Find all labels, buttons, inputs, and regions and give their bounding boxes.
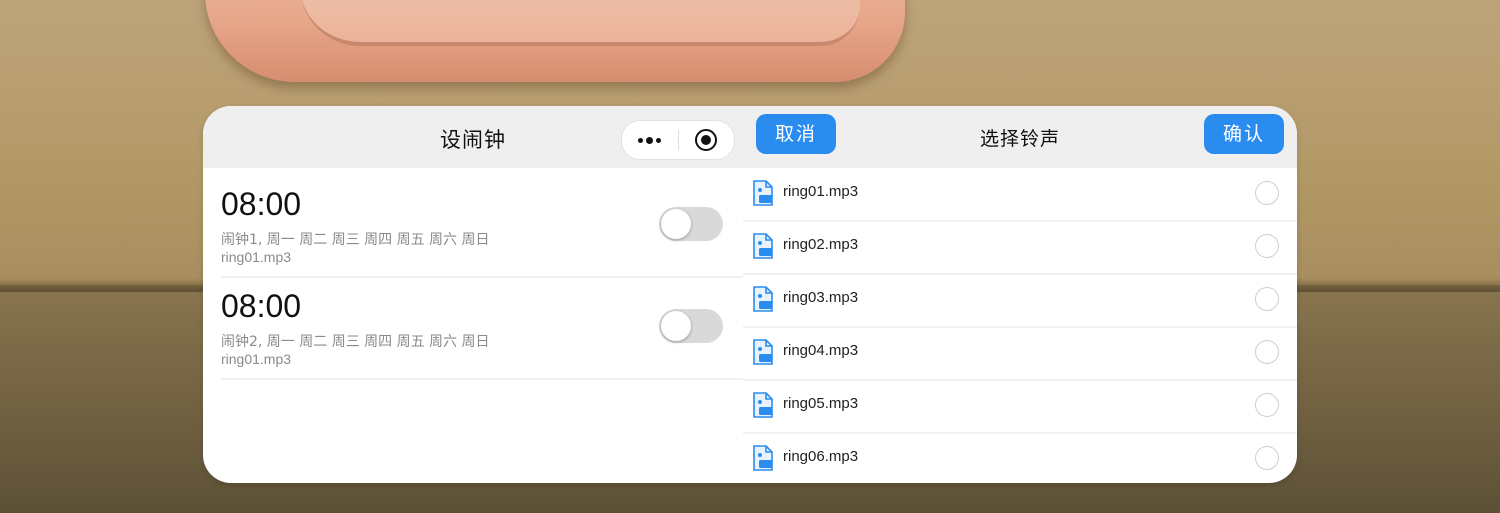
ringtone-radio[interactable]: [1255, 446, 1279, 470]
alarm-item[interactable]: 08:00 闹钟1, 周一 周二 周三 周四 周五 周六 周日 ring01.m…: [221, 174, 743, 278]
more-dots-icon[interactable]: [638, 133, 664, 147]
toggle-knob: [661, 209, 691, 239]
alarm-item[interactable]: 08:00 闹钟2, 周一 周二 周三 周四 周五 周六 周日 ring01.m…: [221, 276, 743, 380]
alarm-time: 08:00: [221, 288, 302, 324]
alarm-header: 设闹钟: [203, 106, 743, 168]
target-close-icon[interactable]: [695, 129, 717, 151]
alarm-clock-device-top: [300, 0, 860, 46]
alarm-time: 08:00: [221, 186, 302, 222]
toggle-knob: [661, 311, 691, 341]
audio-file-icon: [753, 339, 773, 365]
ringtone-name: ring06.mp3: [783, 448, 859, 465]
mini-program-capsule: [621, 120, 735, 160]
ringtone-item[interactable]: ring01.mp3: [743, 168, 1297, 222]
ringtone-name: ring05.mp3: [783, 395, 859, 412]
ringtone-item[interactable]: ring06.mp3: [743, 433, 1297, 483]
ringtone-item[interactable]: ring05.mp3: [743, 380, 1297, 434]
audio-file-icon: [753, 180, 773, 206]
alarm-toggle[interactable]: [659, 207, 723, 241]
audio-file-icon: [753, 233, 773, 259]
audio-file-icon: [753, 286, 773, 312]
ringtone-item[interactable]: ring04.mp3: [743, 327, 1297, 381]
audio-file-icon: [753, 392, 773, 418]
alarm-description: 闹钟2, 周一 周二 周三 周四 周五 周六 周日: [221, 334, 490, 350]
alarm-ringtone: ring01.mp3: [221, 351, 292, 367]
ringtone-radio[interactable]: [1255, 340, 1279, 364]
ringtone-name: ring01.mp3: [783, 183, 859, 200]
ringtone-name: ring03.mp3: [783, 289, 859, 306]
ringtone-item[interactable]: ring02.mp3: [743, 221, 1297, 275]
ringtone-item[interactable]: ring03.mp3: [743, 274, 1297, 328]
ringtone-name: ring04.mp3: [783, 342, 859, 359]
app-panel: 设闹钟 08:00 闹钟1, 周一 周二 周三 周四 周五 周六 周日 ring…: [203, 106, 1297, 483]
alarm-description: 闹钟1, 周一 周二 周三 周四 周五 周六 周日: [221, 232, 490, 248]
cancel-button[interactable]: 取消: [756, 114, 836, 154]
audio-file-icon: [753, 445, 773, 471]
ringtone-name: ring02.mp3: [783, 236, 859, 253]
alarm-ringtone: ring01.mp3: [221, 249, 292, 265]
ringtone-header: 选择铃声 取消 确认: [743, 106, 1297, 168]
ringtone-radio[interactable]: [1255, 393, 1279, 417]
ringtone-radio[interactable]: [1255, 287, 1279, 311]
alarm-toggle[interactable]: [659, 309, 723, 343]
ringtone-radio[interactable]: [1255, 234, 1279, 258]
capsule-divider: [678, 130, 679, 150]
confirm-button[interactable]: 确认: [1204, 114, 1284, 154]
ringtone-radio[interactable]: [1255, 181, 1279, 205]
